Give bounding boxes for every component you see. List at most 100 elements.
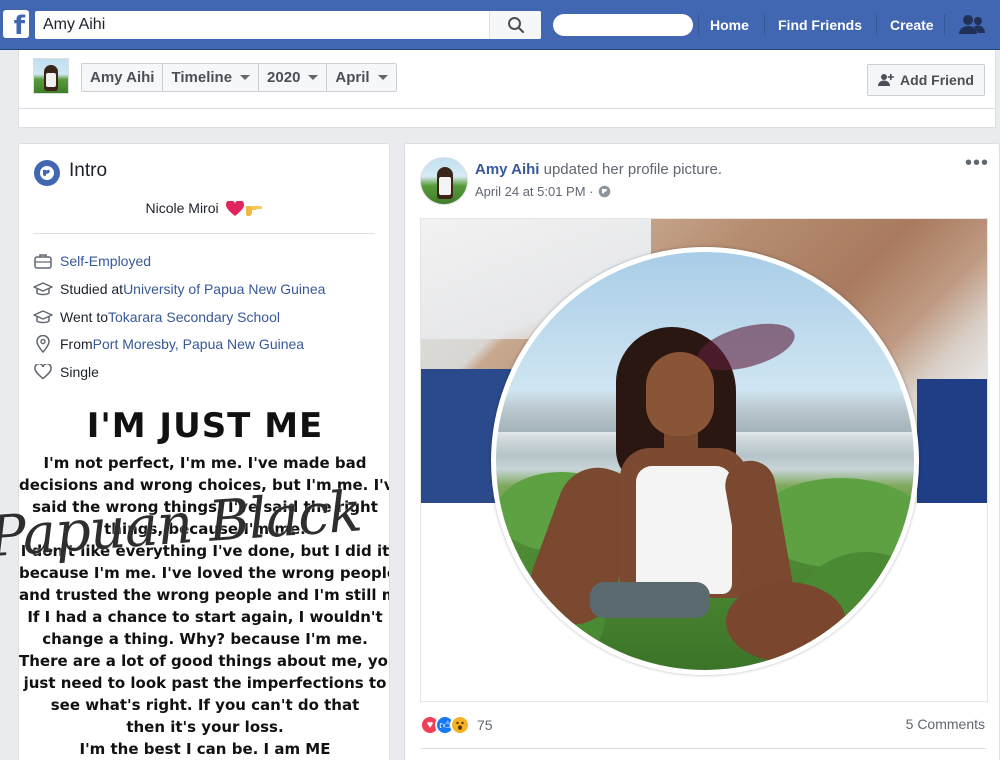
wow-reaction-icon	[450, 715, 470, 735]
comments-count-link[interactable]: 5 Comments	[906, 716, 985, 732]
avatar-figure-shirt	[46, 73, 56, 87]
heart-outline-icon	[33, 362, 53, 382]
quote-line: I'm the best I can be. I am ME	[79, 740, 331, 758]
location-pin-icon	[33, 334, 53, 354]
nav-separator	[698, 14, 699, 36]
intro-item-prefix: Went to	[60, 309, 108, 325]
crumb-year-dropdown[interactable]: 2020	[259, 64, 328, 91]
add-friend-button[interactable]: Add Friend	[867, 64, 985, 96]
nav-find-friends[interactable]: Find Friends	[778, 0, 862, 50]
intro-item-prefix: From	[60, 336, 93, 352]
briefcase-icon	[33, 251, 53, 271]
divider	[33, 233, 375, 234]
intro-card: Intro Nicole Miroi Self-Employed Studied…	[18, 143, 390, 760]
friend-requests-icon[interactable]	[958, 13, 986, 37]
pointing-hand-icon	[245, 206, 262, 217]
quote-body: I'm not perfect, I'm me. I've made bad d…	[19, 452, 390, 760]
red-heart-icon	[225, 201, 244, 217]
crumb-month-dropdown[interactable]: April	[327, 64, 395, 91]
bio-emoji	[225, 201, 263, 217]
intro-bio: Nicole Miroi	[19, 200, 389, 217]
profile-shortcut[interactable]	[553, 14, 693, 36]
intro-title: Intro	[69, 160, 108, 181]
photo-tank-top	[636, 466, 732, 594]
search-button[interactable]	[489, 11, 541, 39]
chevron-down-icon	[240, 75, 251, 80]
intro-item-link[interactable]: University of Papua New Guinea	[123, 281, 325, 297]
photo-knee	[726, 582, 846, 662]
nav-separator	[944, 14, 945, 36]
search-box	[35, 11, 541, 39]
intro-item-relationship: Single	[33, 362, 99, 382]
quote-line: and trusted the wrong people and I'm sti…	[19, 586, 390, 604]
intro-item-prefix: Single	[60, 364, 99, 380]
intro-item-work: Self-Employed	[33, 251, 151, 271]
post-author-avatar[interactable]	[420, 157, 468, 205]
crumb-label: Timeline	[171, 69, 233, 86]
crumb-label: Amy Aihi	[90, 69, 155, 86]
timeline-breadcrumb: Amy Aihi Timeline 2020 April	[81, 63, 397, 92]
quote-line: There are a lot of good things about me,…	[19, 652, 390, 670]
post-meta: April 24 at 5:01 PM ·	[475, 184, 611, 199]
top-navigation-bar: f Home Find Friends Create	[0, 0, 1000, 50]
nav-home[interactable]: Home	[710, 0, 749, 50]
crumb-label: 2020	[267, 69, 301, 86]
quote-line: because I'm me. I've loved the wrong peo…	[19, 564, 390, 582]
globe-icon[interactable]	[598, 185, 611, 198]
graduation-cap-icon	[33, 307, 53, 327]
reaction-count: 75	[477, 717, 493, 733]
nav-create[interactable]: Create	[890, 0, 934, 50]
post-timestamp[interactable]: April 24 at 5:01 PM ·	[475, 184, 594, 199]
avatar-figure-shirt	[439, 177, 451, 195]
quote-line: see what's right. If you can't do that	[50, 696, 360, 714]
profile-picture-circle	[491, 247, 919, 675]
nav-separator	[876, 14, 877, 36]
facebook-logo[interactable]: f	[3, 10, 29, 38]
intro-item-link[interactable]: Port Moresby, Papua New Guinea	[93, 336, 304, 352]
intro-item-hometown: From Port Moresby, Papua New Guinea	[33, 334, 304, 354]
quote-line: said the wrong things, I've said the rig…	[32, 498, 378, 516]
search-icon	[507, 17, 524, 34]
intro-item-link[interactable]: Tokarara Secondary School	[108, 309, 280, 325]
photo-face	[646, 352, 714, 436]
divider	[19, 108, 995, 109]
crumb-timeline-dropdown[interactable]: Timeline	[163, 64, 260, 91]
quote-line: things, because I'm me.	[104, 520, 306, 538]
profile-header-strip: Amy Aihi Timeline 2020 April Add Friend	[18, 50, 996, 128]
crumb-profile-name[interactable]: Amy Aihi	[82, 64, 164, 91]
photo-background-jeans	[917, 379, 987, 503]
post-card: Amy Aihi updated her profile picture. Ap…	[404, 143, 1000, 760]
nav-separator	[764, 14, 765, 36]
intro-item-prefix: Studied at	[60, 281, 124, 297]
graduation-cap-icon	[33, 279, 53, 299]
post-author-link[interactable]: Amy Aihi	[475, 161, 539, 178]
quote-line: just need to look past the imperfections…	[23, 674, 387, 692]
post-options-button[interactable]: •••	[965, 152, 989, 175]
chevron-down-icon	[308, 75, 319, 80]
profile-avatar-small[interactable]	[33, 58, 69, 94]
intro-item-school: Went to Tokarara Secondary School	[33, 307, 280, 327]
add-friend-icon	[878, 74, 894, 86]
bio-text: Nicole Miroi	[145, 200, 219, 216]
quote-line: I don't like everything I've done, but I…	[20, 542, 390, 560]
globe-icon	[34, 160, 60, 186]
quote-line: I'm not perfect, I'm me. I've made bad	[43, 454, 367, 472]
quote-line: If I had a chance to start again, I woul…	[27, 608, 383, 626]
photo-shorts	[590, 582, 710, 618]
reactions-summary[interactable]: ♥ 👍︎ 75	[420, 712, 493, 738]
post-header: Amy Aihi updated her profile picture.	[475, 161, 722, 178]
intro-featured-quote-image[interactable]: I'M JUST ME I'm not perfect, I'm me. I'v…	[19, 402, 390, 760]
quote-line: change a thing. Why? because I'm me.	[42, 630, 368, 648]
add-friend-label: Add Friend	[900, 72, 974, 88]
intro-item-link[interactable]: Self-Employed	[60, 253, 151, 269]
quote-line: then it's your loss.	[126, 718, 284, 736]
post-action-text: updated her profile picture.	[539, 161, 723, 178]
crumb-label: April	[335, 69, 370, 86]
chevron-down-icon	[377, 75, 388, 80]
intro-item-university: Studied at University of Papua New Guine…	[33, 279, 325, 299]
quote-title: I'M JUST ME	[86, 406, 324, 446]
quote-line: decisions and wrong choices, but I'm me.…	[19, 476, 390, 494]
search-input[interactable]	[35, 11, 488, 39]
profile-picture-photo[interactable]	[420, 218, 988, 702]
divider	[420, 748, 986, 749]
